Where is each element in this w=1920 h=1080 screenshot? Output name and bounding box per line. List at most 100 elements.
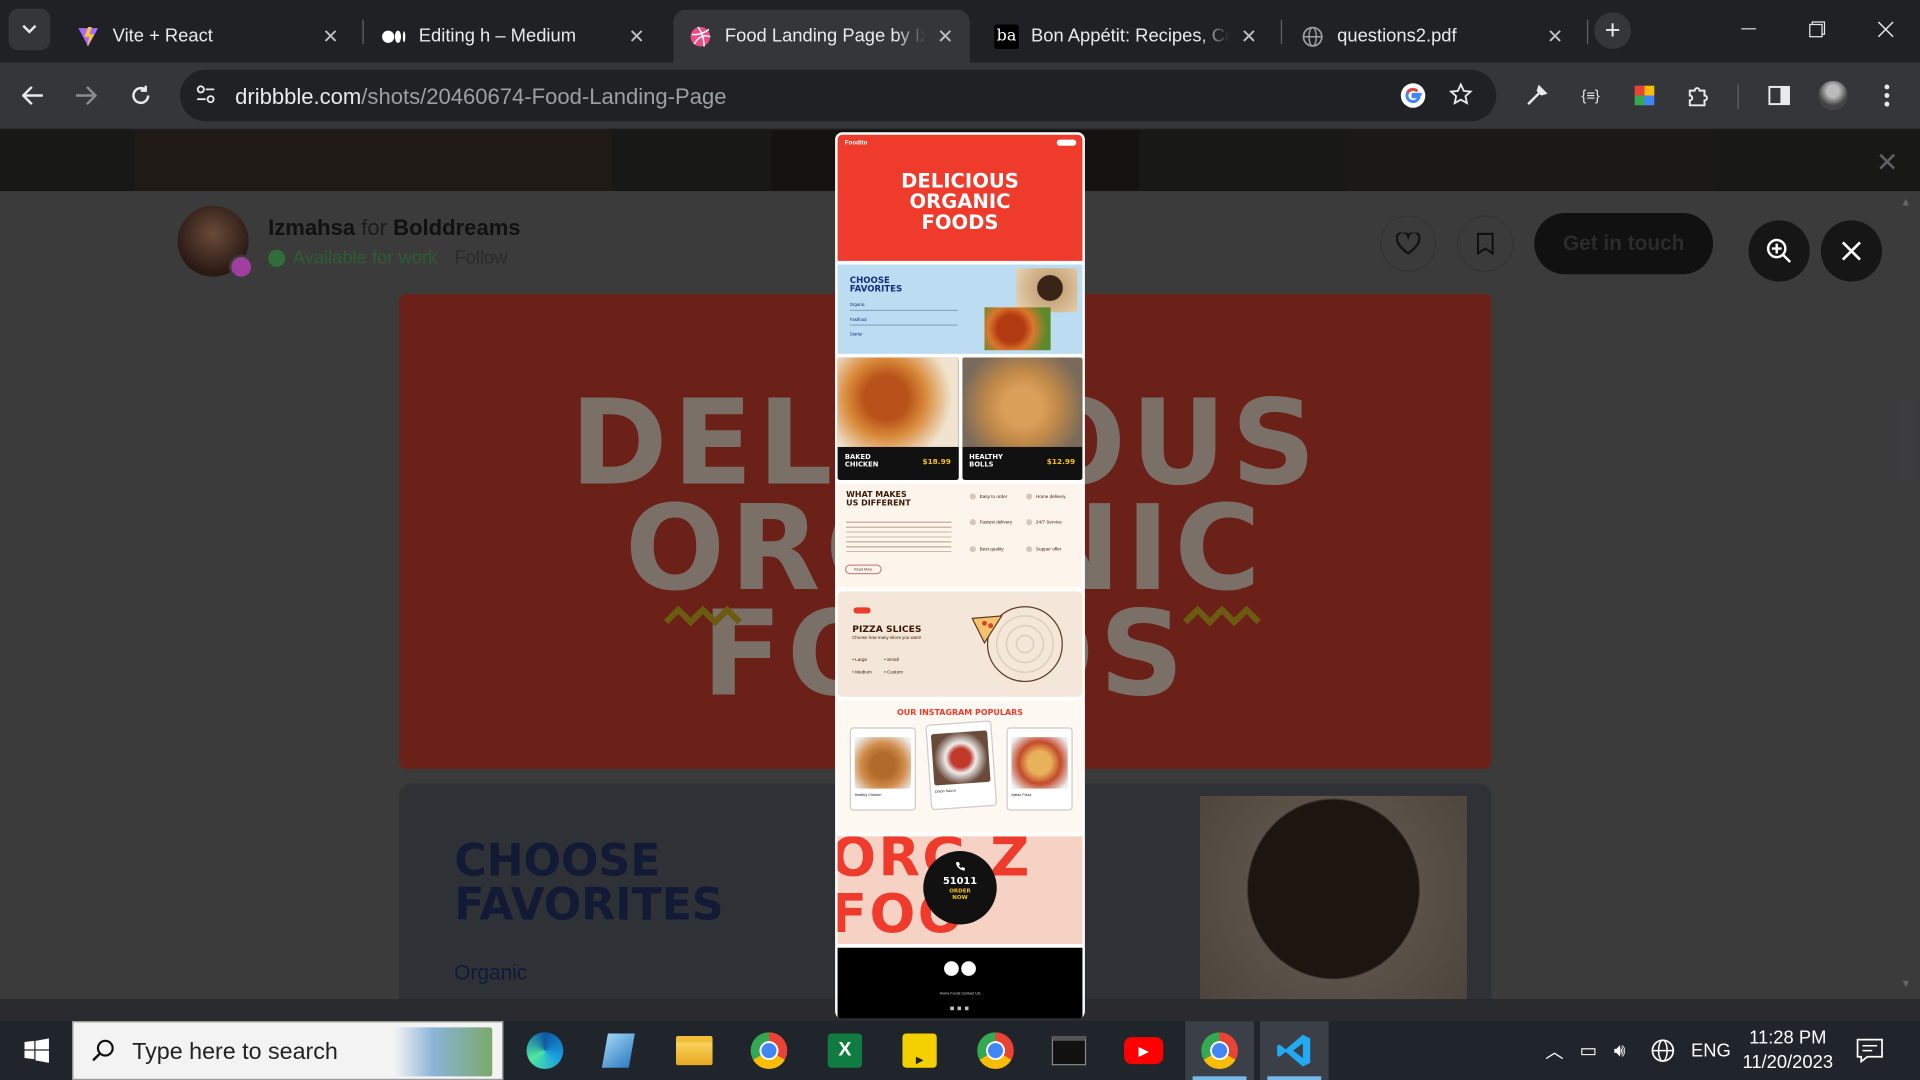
preview-photo-wings bbox=[984, 307, 1051, 351]
preview-read-more-button: Read More bbox=[844, 564, 882, 575]
scroll-up-arrow-icon[interactable]: ▲ bbox=[1900, 196, 1911, 208]
tab-title: Food Landing Page by Iz bbox=[724, 25, 926, 47]
close-icon[interactable]: ✕ bbox=[1876, 147, 1899, 179]
back-button[interactable] bbox=[16, 78, 50, 112]
get-in-touch-button[interactable]: Get in touch bbox=[1534, 213, 1714, 275]
scroll-down-arrow-icon[interactable]: ▼ bbox=[1900, 977, 1911, 989]
volume-icon[interactable]: 🔊︎ bbox=[1614, 1021, 1626, 1080]
preview-instagram-card: Onion Sauce bbox=[925, 720, 998, 811]
author-line: Izmahsa for Bolddreams bbox=[268, 216, 520, 242]
taskbar-excel[interactable]: X bbox=[811, 1021, 880, 1080]
tab-bon-appetit[interactable]: ba Bon Appétit: Recipes, Co ✕ bbox=[980, 10, 1274, 63]
forward-button[interactable] bbox=[69, 78, 103, 112]
tab-separator bbox=[1586, 19, 1589, 45]
preview-choose-item: Organic bbox=[849, 302, 865, 308]
tab-medium[interactable]: Editing h – Medium ✕ bbox=[367, 10, 661, 63]
restore-button[interactable] bbox=[1783, 0, 1852, 59]
battery-icon[interactable]: ▭ bbox=[1580, 1021, 1597, 1080]
preview-eyes-logo-icon bbox=[944, 961, 976, 976]
tab-separator bbox=[362, 19, 364, 45]
zoom-button[interactable] bbox=[1748, 220, 1810, 282]
close-icon bbox=[1877, 21, 1894, 38]
preview-chicken-image bbox=[837, 357, 959, 447]
notifications-icon[interactable] bbox=[1856, 1021, 1883, 1080]
like-button[interactable] bbox=[1380, 215, 1437, 272]
preview-feature: Home delivery bbox=[1026, 493, 1066, 500]
avatar[interactable] bbox=[177, 205, 254, 280]
close-icon[interactable]: ✕ bbox=[1239, 26, 1259, 47]
tab-dribbble[interactable]: Food Landing Page by Iz ✕ bbox=[673, 9, 970, 63]
site-info-icon[interactable] bbox=[195, 83, 217, 111]
preview-order-cta-2: NOW bbox=[952, 895, 968, 902]
language-indicator[interactable]: ENG bbox=[1691, 1021, 1731, 1080]
more-menu-icon[interactable] bbox=[1870, 78, 1904, 112]
tab-search-button[interactable] bbox=[8, 8, 51, 51]
start-button[interactable] bbox=[2, 1021, 71, 1080]
zoom-in-icon bbox=[1766, 238, 1792, 263]
preview-pizza-tag bbox=[853, 607, 871, 614]
tab-questions-pdf[interactable]: questions2.pdf ✕ bbox=[1286, 10, 1580, 63]
show-hidden-icons[interactable]: ︿ bbox=[1545, 1021, 1563, 1080]
preview-card-name: HEALTHY BOLLS bbox=[969, 455, 1003, 469]
taskbar-terminal[interactable] bbox=[1035, 1021, 1104, 1080]
taskbar-search-box[interactable]: Type here to search bbox=[72, 1021, 504, 1080]
taskbar-notes[interactable] bbox=[584, 1021, 653, 1080]
follow-link[interactable]: Follow bbox=[454, 247, 507, 268]
colorful-extension-icon[interactable] bbox=[1627, 78, 1661, 112]
preview-feature-label: Easy to order bbox=[979, 494, 1008, 499]
google-icon[interactable] bbox=[1400, 82, 1427, 115]
search-icon bbox=[92, 1039, 114, 1062]
side-panel-icon[interactable] bbox=[1762, 78, 1796, 112]
preview-row-line bbox=[849, 324, 958, 326]
taskbar-edge[interactable] bbox=[511, 1021, 580, 1080]
preview-instagram-card: Italian Pizza bbox=[1006, 727, 1073, 811]
chevron-up-icon: ︿ bbox=[1545, 1041, 1564, 1063]
bookmark-star-icon[interactable] bbox=[1448, 82, 1473, 113]
taskbar-file-explorer[interactable] bbox=[660, 1021, 729, 1080]
full-shot-preview[interactable]: Foodito DELICIOUS ORGANIC FOODS CHOOSE FA… bbox=[835, 132, 1085, 1019]
vertical-scrollbar-thumb[interactable] bbox=[1896, 399, 1917, 481]
preview-pizza-option: • Small bbox=[884, 657, 899, 663]
preview-pizza-option: • Large bbox=[852, 657, 868, 663]
minimize-button[interactable] bbox=[1714, 0, 1783, 59]
preview-choose: CHOOSE FAVORITES Organic Fastfood Starter bbox=[837, 264, 1083, 354]
arrow-right-icon bbox=[75, 86, 97, 105]
choose-heading-line-2: FAVORITES bbox=[454, 880, 724, 931]
author-name[interactable]: Izmahsa bbox=[268, 216, 355, 240]
preview-order: ORG Z FOO 51011 ORDER NOW bbox=[837, 836, 1083, 945]
network-globe-icon[interactable] bbox=[1651, 1021, 1675, 1080]
preview-pizza: PIZZA SLICES Choose how many slices you … bbox=[837, 591, 1083, 697]
json-extension-icon[interactable]: {≡} bbox=[1573, 78, 1607, 112]
preview-feature-label: 24/7 Service bbox=[1035, 519, 1062, 525]
close-icon[interactable]: ✕ bbox=[1545, 26, 1565, 47]
availability-text[interactable]: Available for work bbox=[293, 247, 438, 268]
excel-icon: X bbox=[827, 1033, 863, 1068]
extensions-puzzle-icon[interactable] bbox=[1681, 78, 1715, 112]
close-icon[interactable]: ✕ bbox=[321, 26, 341, 47]
reload-button[interactable] bbox=[124, 78, 158, 112]
eyedropper-extension-icon[interactable] bbox=[1520, 78, 1554, 112]
close-preview-button[interactable] bbox=[1820, 220, 1883, 282]
address-bar[interactable]: dribbble.com/shots/20460674-Food-Landing… bbox=[180, 69, 1497, 122]
preview-feature: Easy to order bbox=[969, 493, 1008, 500]
profile-avatar[interactable] bbox=[1816, 78, 1850, 112]
tab-vite-react[interactable]: Vite + React ✕ bbox=[61, 10, 355, 63]
close-window-button[interactable] bbox=[1851, 0, 1920, 59]
save-button[interactable] bbox=[1457, 215, 1514, 272]
taskbar-chrome-active[interactable] bbox=[1185, 1021, 1254, 1080]
notes-app-icon bbox=[601, 1033, 635, 1068]
taskbar-vscode[interactable] bbox=[1260, 1021, 1329, 1080]
close-icon[interactable]: ✕ bbox=[627, 26, 647, 47]
preview-cta-pill bbox=[1056, 139, 1077, 146]
new-tab-button[interactable]: + bbox=[1594, 12, 1632, 49]
clock[interactable]: 11:28 PM 11/20/2023 bbox=[1733, 1026, 1843, 1075]
taskbar-player[interactable]: ▶ bbox=[885, 1021, 954, 1080]
close-icon[interactable]: ✕ bbox=[936, 26, 956, 47]
team-name[interactable]: Bolddreams bbox=[393, 216, 520, 240]
globe-icon bbox=[1300, 24, 1324, 48]
preview-instagram-caption: Onion Sauce bbox=[934, 787, 957, 795]
taskbar-youtube[interactable]: ▶ bbox=[1109, 1021, 1178, 1080]
taskbar-chrome-2[interactable] bbox=[961, 1021, 1030, 1080]
preview-social-icons bbox=[950, 1006, 970, 1011]
taskbar-chrome-1[interactable] bbox=[735, 1021, 804, 1080]
